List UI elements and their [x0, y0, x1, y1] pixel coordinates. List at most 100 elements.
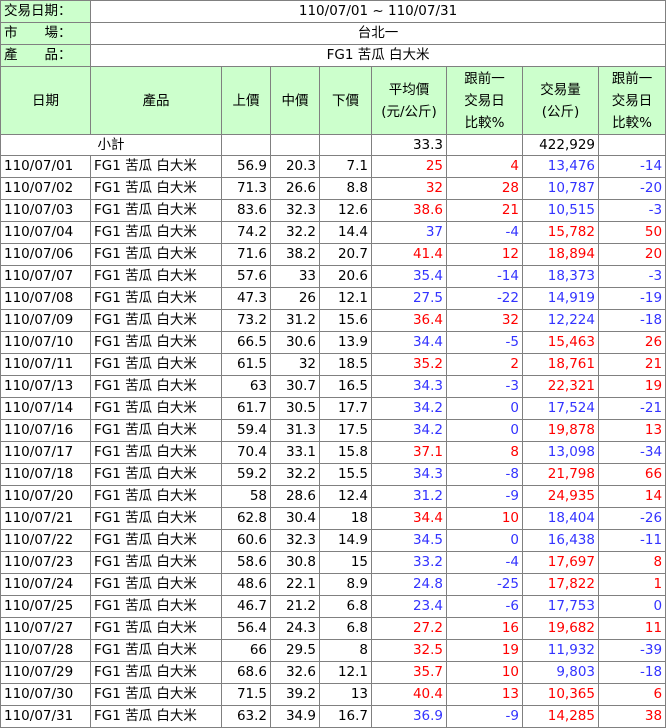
cell-high: 62.8: [221, 507, 271, 530]
cell-volume: 12,224: [522, 309, 599, 332]
cell-avg-change: -9: [446, 485, 523, 508]
cell-avg-price: 33.2: [371, 551, 447, 574]
cell-date: 110/07/08: [0, 287, 91, 310]
cell-product: FG1 苦瓜 白大米: [90, 397, 222, 420]
cell-low: 18: [319, 507, 372, 530]
cell-vol-change: -3: [597, 199, 666, 222]
cell-volume: 13,098: [522, 441, 599, 464]
cell-product: FG1 苦瓜 白大米: [90, 177, 222, 200]
cell-product: FG1 苦瓜 白大米: [90, 705, 222, 728]
cell-date: 110/07/07: [0, 265, 91, 288]
cell-low: 13.9: [319, 331, 372, 354]
table-row: 110/07/16 FG1 苦瓜 白大米 59.4 31.3 17.5 34.2 0 19,8…: [0, 419, 666, 442]
cell-product: FG1 苦瓜 白大米: [90, 155, 222, 178]
col-vol-change-line3: 比較%: [612, 114, 652, 131]
cell-low: 6.8: [319, 617, 372, 640]
cell-high: 61.7: [221, 397, 271, 420]
cell-mid: 24.3: [270, 617, 320, 640]
col-mid: 中價: [270, 66, 320, 135]
col-date: 日期: [0, 66, 91, 135]
cell-product: FG1 苦瓜 白大米: [90, 617, 222, 640]
cell-mid: 34.9: [270, 705, 320, 728]
cell-volume: 18,404: [522, 507, 599, 530]
cell-high: 59.2: [221, 463, 271, 486]
cell-mid: 33: [270, 265, 320, 288]
cell-product: FG1 苦瓜 白大米: [90, 485, 222, 508]
cell-high: 56.9: [221, 155, 271, 178]
cell-product: FG1 苦瓜 白大米: [90, 287, 222, 310]
cell-high: 47.3: [221, 287, 271, 310]
table-row: 110/07/08 FG1 苦瓜 白大米 47.3 26 12.1 27.5 -22 14,9…: [0, 287, 666, 310]
cell-avg-price: 32.5: [371, 639, 447, 662]
col-low: 下價: [319, 66, 372, 135]
cell-mid: 38.2: [270, 243, 320, 266]
market-label: 市 場：: [0, 22, 91, 45]
cell-vol-change: 14: [597, 485, 666, 508]
cell-date: 110/07/17: [0, 441, 91, 464]
cell-low: 15.8: [319, 441, 372, 464]
date-range-value: 110/07/01 ~ 110/07/31: [89, 0, 666, 23]
subtotal-vol-change: [597, 134, 666, 156]
cell-vol-change: 19: [597, 375, 666, 398]
cell-avg-change: 0: [446, 529, 523, 552]
cell-high: 66.5: [221, 331, 271, 354]
cell-avg-change: 13: [446, 683, 523, 706]
col-avg-price-line1: 平均價: [388, 81, 430, 98]
cell-high: 63: [221, 375, 271, 398]
cell-mid: 30.5: [270, 397, 320, 420]
date-range-label: 交易日期：: [0, 0, 91, 23]
cell-avg-price: 32: [371, 177, 447, 200]
cell-product: FG1 苦瓜 白大米: [90, 221, 222, 244]
cell-volume: 18,373: [522, 265, 599, 288]
cell-avg-change: -14: [446, 265, 523, 288]
cell-volume: 16,438: [522, 529, 599, 552]
cell-date: 110/07/11: [0, 353, 91, 376]
col-avg-change-line3: 比較%: [464, 114, 505, 131]
cell-product: FG1 苦瓜 白大米: [90, 265, 222, 288]
cell-mid: 33.1: [270, 441, 320, 464]
cell-avg-price: 27.5: [371, 287, 447, 310]
table-row: 110/07/11 FG1 苦瓜 白大米 61.5 32 18.5 35.2 2 18,761…: [0, 353, 666, 376]
col-vol-change: 跟前一 交易日 比較%: [597, 66, 666, 135]
cell-avg-price: 35.4: [371, 265, 447, 288]
table-row: 110/07/09 FG1 苦瓜 白大米 73.2 31.2 15.6 36.4 32 12,…: [0, 309, 666, 332]
cell-low: 12.6: [319, 199, 372, 222]
cell-vol-change: 50: [597, 221, 666, 244]
cell-mid: 30.8: [270, 551, 320, 574]
cell-avg-change: 8: [446, 441, 523, 464]
cell-product: FG1 苦瓜 白大米: [90, 331, 222, 354]
cell-avg-price: 34.4: [371, 507, 447, 530]
cell-date: 110/07/04: [0, 221, 91, 244]
cell-mid: 32: [270, 353, 320, 376]
cell-low: 16.5: [319, 375, 372, 398]
cell-volume: 24,935: [522, 485, 599, 508]
cell-high: 74.2: [221, 221, 271, 244]
col-volume: 交易量 (公斤): [522, 66, 599, 135]
col-avg-change-line2: 交易日: [464, 92, 505, 109]
table-row: 110/07/22 FG1 苦瓜 白大米 60.6 32.3 14.9 34.5 0 16,4…: [0, 529, 666, 552]
cell-date: 110/07/22: [0, 529, 91, 552]
market-value: 台北一: [89, 22, 666, 45]
cell-date: 110/07/16: [0, 419, 91, 442]
market-row: 市 場： 台北一: [0, 22, 666, 45]
subtotal-volume: 422,929: [522, 134, 599, 156]
subtotal-label: 小計: [0, 134, 222, 156]
cell-avg-change: 0: [446, 419, 523, 442]
cell-avg-change: 19: [446, 639, 523, 662]
cell-mid: 26.6: [270, 177, 320, 200]
table-row: 110/07/03 FG1 苦瓜 白大米 83.6 32.3 12.6 38.6 21 10,…: [0, 199, 666, 222]
cell-avg-change: -3: [446, 375, 523, 398]
cell-vol-change: 11: [597, 617, 666, 640]
cell-low: 18.5: [319, 353, 372, 376]
cell-low: 17.7: [319, 397, 372, 420]
cell-avg-price: 41.4: [371, 243, 447, 266]
cell-date: 110/07/03: [0, 199, 91, 222]
table-row: 110/07/18 FG1 苦瓜 白大米 59.2 32.2 15.5 34.3 -8 21,…: [0, 463, 666, 486]
cell-high: 60.6: [221, 529, 271, 552]
cell-avg-change: -5: [446, 331, 523, 354]
cell-mid: 28.6: [270, 485, 320, 508]
cell-low: 20.7: [319, 243, 372, 266]
cell-avg-change: -22: [446, 287, 523, 310]
date-range-row: 交易日期： 110/07/01 ~ 110/07/31: [0, 0, 666, 23]
cell-avg-change: 0: [446, 397, 523, 420]
